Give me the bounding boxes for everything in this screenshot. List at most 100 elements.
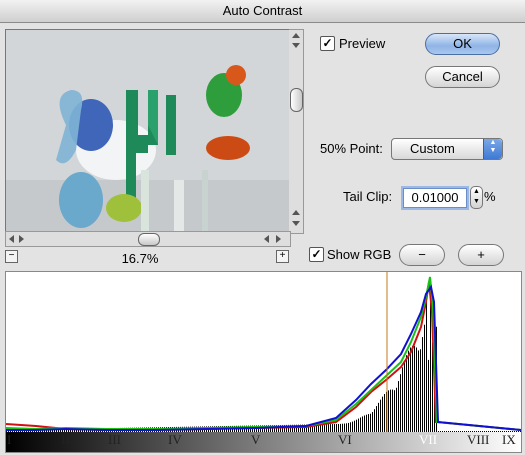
histogram-bar — [458, 431, 459, 432]
histogram-bar — [492, 431, 493, 432]
histogram-bar — [402, 367, 403, 432]
histogram-bar — [450, 431, 451, 432]
histogram-bar — [448, 431, 449, 432]
histogram-bar — [372, 412, 373, 432]
tone-gradient-bar — [6, 432, 521, 452]
histogram-bar — [406, 355, 407, 432]
histogram-bar — [348, 422, 349, 432]
show-rgb-checkbox[interactable]: ✓ — [309, 247, 324, 262]
scroll-down-arrow-icon[interactable] — [292, 221, 300, 226]
histogram-bar — [422, 337, 423, 432]
midpoint-value: Custom — [410, 141, 455, 156]
scroll-up-arrow-icon[interactable] — [292, 33, 300, 38]
histogram-bar — [464, 431, 465, 432]
tail-clip-label: Tail Clip: — [343, 189, 393, 204]
histogram-bar — [368, 414, 369, 432]
decrease-button[interactable]: − — [399, 244, 445, 266]
histogram-bar — [362, 416, 363, 432]
histogram-bar — [442, 431, 443, 432]
up-down-arrows-icon: ▲ ▼ — [483, 139, 502, 159]
histogram-bar — [496, 431, 497, 432]
scroll-left-arrow-icon[interactable] — [264, 235, 269, 243]
histogram — [5, 271, 522, 453]
ok-button[interactable]: OK — [425, 33, 500, 55]
histogram-bar — [390, 389, 391, 432]
histogram-bar — [462, 431, 463, 432]
histogram-bar — [396, 387, 397, 432]
histogram-bar — [378, 402, 379, 432]
histogram-bar — [494, 431, 495, 432]
histogram-bar — [374, 409, 375, 432]
preview-checkbox[interactable]: ✓ — [320, 36, 335, 51]
green-curve — [6, 276, 521, 431]
histogram-bar — [388, 390, 389, 432]
histogram-bar — [364, 415, 365, 432]
histogram-bar — [454, 431, 455, 432]
scroll-right-arrow-icon[interactable] — [276, 235, 281, 243]
histogram-bar — [404, 360, 405, 432]
midpoint-select[interactable]: Custom ▲ ▼ — [391, 138, 503, 160]
scroll-down-arrow-icon[interactable] — [292, 43, 300, 48]
histogram-bar — [410, 347, 411, 432]
zone-label: II — [61, 432, 70, 447]
preview-vertical-scrollbar[interactable] — [289, 29, 304, 234]
histogram-bar — [358, 418, 359, 432]
histogram-bar — [430, 294, 431, 432]
histogram-bar — [354, 420, 355, 432]
zone-label: III — [108, 432, 121, 447]
histogram-bar — [356, 419, 357, 432]
zoom-out-button[interactable]: − — [5, 250, 18, 263]
histogram-bar — [342, 423, 343, 432]
zone-label: I — [7, 432, 12, 447]
zone-label: IX — [502, 432, 516, 447]
histogram-bar — [384, 393, 385, 432]
histogram-bar — [392, 389, 393, 432]
histogram-bar — [498, 431, 499, 432]
scroll-left-arrow-icon[interactable] — [9, 235, 14, 243]
zone-label: VIII — [467, 432, 490, 447]
histogram-bar — [452, 431, 453, 432]
histogram-bar — [380, 399, 381, 432]
histogram-bar — [428, 359, 429, 432]
histogram-bar — [344, 423, 345, 432]
histogram-bar — [418, 350, 419, 432]
histogram-bar — [460, 431, 461, 432]
histogram-bar — [426, 292, 427, 432]
histogram-bar — [400, 374, 401, 432]
tail-clip-stepper[interactable]: ▲ ▼ — [470, 186, 483, 209]
histogram-bar — [334, 424, 335, 432]
histogram-bar — [440, 431, 441, 432]
histogram-bar — [346, 423, 347, 432]
preview-image[interactable] — [5, 29, 290, 232]
red-curve — [6, 281, 521, 431]
histogram-bar — [328, 424, 329, 432]
histogram-bar — [456, 431, 457, 432]
tail-clip-unit: % — [484, 189, 496, 204]
histogram-bar — [324, 424, 325, 432]
histogram-bar — [414, 345, 415, 432]
histogram-bar — [366, 414, 367, 432]
histogram-bar — [518, 431, 519, 432]
horizontal-scroll-thumb[interactable] — [138, 233, 160, 246]
zone-label: VII — [419, 432, 438, 447]
histogram-bar — [338, 423, 339, 432]
histogram-bar — [370, 413, 371, 432]
tail-clip-input[interactable]: 0.01000 — [403, 188, 467, 208]
histogram-bar — [336, 424, 337, 432]
histogram-bar — [352, 421, 353, 432]
vertical-scroll-thumb[interactable] — [290, 88, 303, 112]
histogram-bar — [394, 390, 395, 432]
zone-label: IV — [168, 432, 182, 447]
histogram-bar — [322, 424, 323, 432]
histogram-bar — [446, 431, 447, 432]
zoom-in-button[interactable]: + — [276, 250, 289, 263]
scroll-right-arrow-icon[interactable] — [19, 235, 24, 243]
histogram-bar — [438, 431, 439, 432]
scroll-up-arrow-icon[interactable] — [292, 210, 300, 215]
increase-button[interactable]: + — [458, 244, 504, 266]
histogram-bar — [520, 431, 521, 432]
preview-horizontal-scrollbar[interactable] — [5, 231, 291, 247]
histogram-bar — [350, 422, 351, 432]
cancel-button[interactable]: Cancel — [425, 66, 500, 88]
midpoint-label: 50% Point: — [320, 141, 383, 156]
